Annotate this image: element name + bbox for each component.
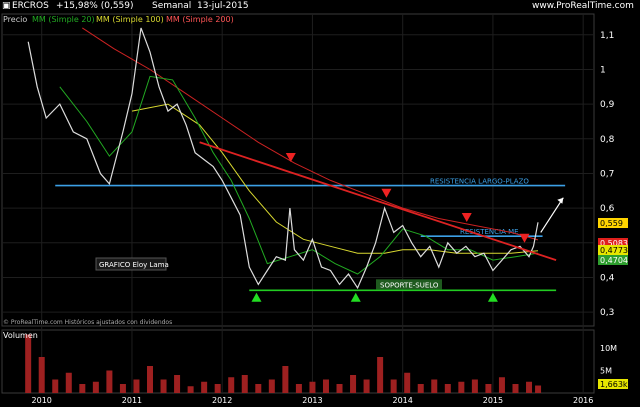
y-tick-label: 1: [600, 65, 606, 75]
legend-ma20: MM (Simple 20): [32, 15, 95, 24]
volume-bar: [295, 384, 302, 393]
up-arrow-icon: [487, 292, 498, 302]
volume-bar: [92, 381, 99, 393]
price-line: [27, 27, 539, 290]
y-tick-label: 1,1: [600, 31, 614, 41]
volume-bar: [444, 384, 451, 393]
x-tick-label: 2014: [393, 396, 413, 405]
author-label: GRAFICO Eloy Lama: [99, 261, 169, 269]
y-tick-label: 0,3: [600, 308, 614, 318]
volume-bar: [471, 379, 478, 393]
volume-tick-label: 10M: [600, 344, 617, 353]
volume-bar: [336, 384, 343, 393]
y-tick-label: 0,6: [600, 204, 615, 214]
volume-bar: [350, 375, 357, 393]
volume-bar: [390, 379, 397, 393]
up-arrow-icon: [251, 292, 262, 302]
volume-bar: [25, 334, 32, 393]
chart-header: ▣ ERCROS +15,98% (0,559) Semanal 13-jul-…: [0, 0, 640, 13]
y-tick-label: 0,4: [600, 273, 615, 283]
volume-bar: [431, 379, 438, 393]
volume-bar: [268, 379, 275, 393]
volume-bar: [201, 381, 208, 393]
volume-bar: [174, 375, 181, 393]
x-tick-label: 2010: [32, 396, 52, 405]
volume-bar: [119, 384, 126, 393]
header-date: 13-jul-2015: [197, 1, 249, 11]
volume-bar: [79, 384, 86, 393]
volume-bar: [214, 384, 221, 393]
volume-bar: [187, 386, 194, 393]
volume-bar: [512, 384, 519, 393]
price-badge-value: 0,4704: [600, 256, 628, 265]
volume-last-value: 1,663k: [600, 380, 628, 389]
y-tick-label: 0,7: [600, 169, 614, 179]
long-term-resistance-label: RESISTENCIA LARGO-PLAZO: [430, 178, 529, 186]
credit-label: © ProRealTime.com Históricos ajustados c…: [3, 319, 172, 326]
volume-bar: [106, 370, 113, 393]
volume-bar: [535, 385, 542, 393]
down-arrow-icon: [519, 233, 530, 243]
legend-price: Precio: [3, 15, 27, 24]
up-arrow-icon: [350, 292, 361, 302]
volume-bar: [52, 379, 59, 393]
volume-bar: [498, 377, 505, 393]
volume-bar: [417, 384, 424, 393]
x-tick-label: 2012: [212, 396, 232, 405]
x-tick-label: 2013: [302, 396, 322, 405]
volume-bar: [458, 381, 465, 393]
logo-icon: ▣: [2, 1, 11, 11]
y-tick-label: 0,9: [600, 100, 615, 110]
price-chart: 1,110,90,80,70,60,50,40,3201020112012201…: [1, 13, 628, 405]
volume-bar: [485, 384, 492, 393]
volume-bar: [309, 381, 316, 393]
x-tick-label: 2015: [483, 396, 503, 405]
volume-bar: [526, 381, 533, 393]
volume-bar: [404, 372, 411, 393]
volume-title: Volumen: [3, 331, 38, 340]
volume-bar: [65, 372, 72, 393]
x-tick-label: 2016: [573, 396, 593, 405]
price-badge-value: 0,559: [600, 219, 623, 228]
volume-bar: [160, 379, 167, 393]
down-arrow-icon: [461, 213, 472, 222]
support-label: SOPORTE-SUELO: [380, 281, 439, 289]
volume-panel-frame: [1, 329, 595, 394]
volume-tick-label: 5M: [600, 367, 612, 376]
price-badge-value: 0,4773: [600, 246, 628, 255]
volume-bar: [133, 379, 140, 393]
header-change: +15,98% (0,559): [56, 1, 134, 11]
legend-ma100: MM (Simple 100): [96, 15, 164, 24]
volume-bar: [147, 366, 153, 393]
breakout-arrow-icon: [540, 197, 564, 233]
volume-bar: [322, 379, 329, 393]
header-period: Semanal: [152, 1, 192, 11]
volume-bar: [38, 357, 45, 393]
price-panel-frame: [1, 13, 595, 327]
volume-bar: [255, 384, 262, 393]
x-tick-label: 2011: [122, 396, 142, 405]
header-brand: www.ProRealTime.com: [532, 1, 634, 11]
volume-bar: [228, 377, 235, 393]
down-arrow-icon: [285, 153, 296, 163]
volume-bar: [377, 357, 384, 393]
volume-bar: [241, 375, 248, 393]
y-tick-label: 0,8: [600, 135, 615, 145]
volume-bar: [282, 366, 289, 393]
volume-bar: [363, 379, 370, 393]
down-arrow-icon: [381, 188, 392, 198]
legend-ma200: MM (Simple 200): [166, 15, 234, 24]
header-symbol: ERCROS: [12, 1, 49, 11]
